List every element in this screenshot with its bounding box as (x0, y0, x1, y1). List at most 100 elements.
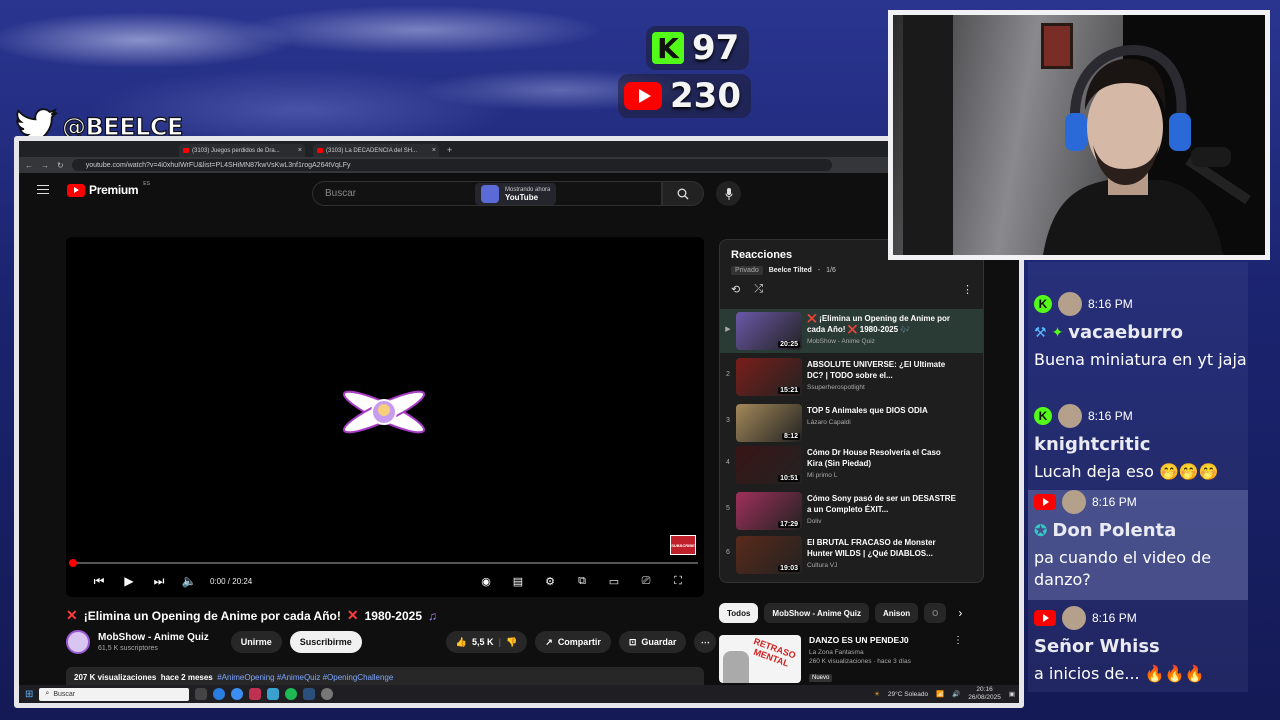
more-actions-icon[interactable]: ⋯ (694, 631, 717, 653)
recommended-title[interactable]: DANZO ES UN PENDEJ0 (809, 635, 939, 645)
streamer-silhouette (1043, 44, 1251, 255)
playlist-item-thumbnail[interactable]: 20:25 (736, 312, 802, 350)
channel-row: MobShow - Anime Quiz 61,5 K suscriptores… (66, 630, 717, 654)
spotify-icon[interactable] (285, 688, 298, 700)
playlist-item[interactable]: 6 19:03 El BRUTAL FRACASO de Monster Hunte… (720, 533, 983, 577)
progress-scrubber[interactable] (69, 559, 77, 567)
steam-icon[interactable] (303, 688, 316, 700)
music-notes-icon: ♫ (428, 608, 437, 623)
chip-other[interactable]: O (924, 603, 947, 623)
chat-text: Buena miniatura en yt jaja (1034, 350, 1247, 369)
playlist-item-title[interactable]: ABSOLUTE UNIVERSE: ¿El Ultimate DC? | TO… (807, 359, 957, 381)
like-button[interactable]: 👍 5,5 K | 👎 (445, 631, 528, 653)
thumbs-down-icon[interactable]: 👎 (506, 637, 517, 648)
playlist-item[interactable]: 2 15:21 ABSOLUTE UNIVERSE: ¿El Ultimate DC… (720, 355, 983, 399)
subtitles-icon[interactable]: ▤ (504, 571, 532, 591)
video-player[interactable]: SUBSCRIBE ⏮ ▶ ⏭ 🔈 0:00 / 20:24 ◉ ▤ ⚙ ⧉ ▭… (66, 237, 704, 597)
playlist-item[interactable]: 4 10:51 Cómo Dr House Resolvería el Caso K… (720, 443, 983, 487)
save-button[interactable]: ⊡ Guardar (618, 631, 687, 653)
forward-icon[interactable]: → (41, 161, 49, 170)
channel-name[interactable]: MobShow - Anime Quiz (98, 632, 209, 643)
share-button[interactable]: ↗ Compartir (535, 631, 611, 653)
thumbs-up-icon: 👍 (455, 636, 467, 647)
playlist-item-thumbnail[interactable]: 10:51 (736, 446, 802, 484)
edge-icon[interactable] (231, 688, 244, 700)
previous-icon[interactable]: ⏮ (84, 571, 114, 591)
playlist-item-thumbnail[interactable]: 19:03 (736, 536, 802, 574)
close-tab-icon[interactable]: × (298, 147, 302, 154)
playlist-item[interactable]: 3 8:12 TOP 5 Animales que DIOS ODIA Lázaro … (720, 401, 983, 445)
reload-icon[interactable]: ↻ (57, 161, 64, 170)
playlist-item-title[interactable]: TOP 5 Animales que DIOS ODIA (807, 405, 957, 416)
close-tab-icon[interactable]: × (432, 147, 436, 154)
video-duration: 20:25 (778, 341, 800, 348)
chip-channel[interactable]: MobShow - Anime Quiz (764, 603, 869, 623)
playlist-item-title[interactable]: ❌ ¡Elimina un Opening de Anime por cada … (807, 313, 957, 335)
voice-search-button[interactable] (716, 181, 741, 206)
progress-bar[interactable] (69, 559, 698, 567)
shuffle-icon[interactable]: ⤮ (754, 283, 763, 296)
search-button[interactable] (662, 181, 704, 206)
playlist-item-thumbnail[interactable]: 15:21 (736, 358, 802, 396)
next-icon[interactable]: ⏭ (144, 571, 174, 591)
playlist-item-title[interactable]: Cómo Sony pasó de ser un DESASTRE a un C… (807, 493, 957, 515)
subscribe-button[interactable]: Suscribirme (289, 631, 362, 653)
notifications-icon[interactable]: ▣ (1009, 690, 1015, 698)
windows-taskbar: ⊞ ⌕ Buscar ☀ 29°C Soleado 📶 🔊 20:16 26/0… (19, 685, 1019, 703)
miniplayer-icon[interactable]: ⧉ (568, 571, 596, 591)
cast-icon[interactable]: ⎚ (632, 571, 660, 591)
playlist-item-thumbnail[interactable]: 8:12 (736, 404, 802, 442)
speaker-icon[interactable]: 🔊 (952, 690, 960, 698)
like-count: 5,5 K (472, 637, 494, 647)
playlist-item-title[interactable]: El BRUTAL FRACASO de Monster Hunter WILD… (807, 537, 957, 559)
join-button[interactable]: Unirme (230, 631, 282, 653)
back-icon[interactable]: ← (25, 161, 33, 170)
recommended-menu-icon[interactable]: ⋮ (953, 635, 963, 684)
obs-icon[interactable] (321, 688, 334, 700)
settings-gear-icon[interactable]: ⚙ (536, 571, 564, 591)
browser-tab-2[interactable]: (3103) La DECADENCIA del SH... × (313, 144, 439, 157)
chip-all[interactable]: Todos (719, 603, 759, 623)
hashtags[interactable]: #AnimeOpening #AnimeQuiz #OpeningChallen… (217, 673, 393, 682)
browser-tab-1[interactable]: (3103) Juegos perdidos de Dra... × (179, 144, 305, 157)
sparkle-badge-icon: ✦ (1051, 324, 1064, 341)
play-icon[interactable]: ▶ (114, 571, 144, 591)
network-icon[interactable]: 📶 (936, 690, 944, 698)
ambient-mode-icon[interactable]: ◉ (472, 571, 500, 591)
fullscreen-icon[interactable]: ⛶ (664, 571, 692, 591)
app-icon[interactable] (249, 688, 262, 700)
url-field[interactable]: youtube.com/watch?v=4i0xhuIWrFU&list=PL4… (71, 159, 832, 171)
playlist-owner[interactable]: Beelce Tilted (769, 267, 812, 274)
subscribe-watermark[interactable]: SUBSCRIBE (670, 535, 696, 555)
volume-icon[interactable]: 🔈 (174, 571, 204, 591)
chip-anison[interactable]: Anison (875, 603, 919, 623)
now-showing-popup: Mostrando ahora YouTube (475, 183, 557, 205)
recommended-video[interactable]: RETRASO MENTAL DANZO ES UN PENDEJ0 La Zo… (719, 635, 963, 684)
weather-text[interactable]: 29°C Soleado (888, 691, 928, 698)
microphone-icon (725, 187, 732, 200)
menu-icon[interactable] (37, 185, 49, 194)
channel-avatar[interactable] (66, 630, 90, 654)
playlist-item[interactable]: 5 17:29 Cómo Sony pasó de ser un DESASTRE … (720, 489, 983, 533)
playlist-item[interactable]: ▶ 20:25 ❌ ¡Elimina un Opening de Anime por… (720, 309, 983, 353)
playlist-menu-icon[interactable]: ⋮ (962, 283, 973, 296)
windows-start-icon[interactable]: ⊞ (25, 689, 33, 700)
chevron-right-icon[interactable]: › (958, 606, 962, 620)
task-view-icon[interactable] (195, 688, 208, 700)
tab-title: (3103) Juegos perdidos de Dra... (192, 147, 280, 154)
loop-icon[interactable]: ⟲ (731, 283, 740, 296)
playlist-item-thumbnail[interactable]: 17:29 (736, 492, 802, 530)
playlist-item-title[interactable]: Cómo Dr House Resolvería el Caso Kira (S… (807, 447, 957, 469)
recommended-thumbnail[interactable]: RETRASO MENTAL (719, 635, 801, 683)
youtube-premium-logo[interactable]: Premium ES (67, 181, 150, 197)
share-icon: ↗ (545, 636, 553, 647)
youtube-count: 230 (670, 76, 741, 116)
theater-mode-icon[interactable]: ▭ (600, 571, 628, 591)
system-tray: ☀ 29°C Soleado 📶 🔊 20:16 26/08/2025 ▣ (874, 685, 1015, 703)
chrome-icon[interactable] (213, 688, 226, 700)
chat-username: Señor Whiss (1034, 636, 1160, 657)
app-icon[interactable] (267, 688, 280, 700)
message-time: 8:16 PM (1088, 409, 1133, 423)
taskbar-search[interactable]: ⌕ Buscar (39, 687, 190, 701)
new-tab-icon[interactable]: + (447, 145, 452, 155)
